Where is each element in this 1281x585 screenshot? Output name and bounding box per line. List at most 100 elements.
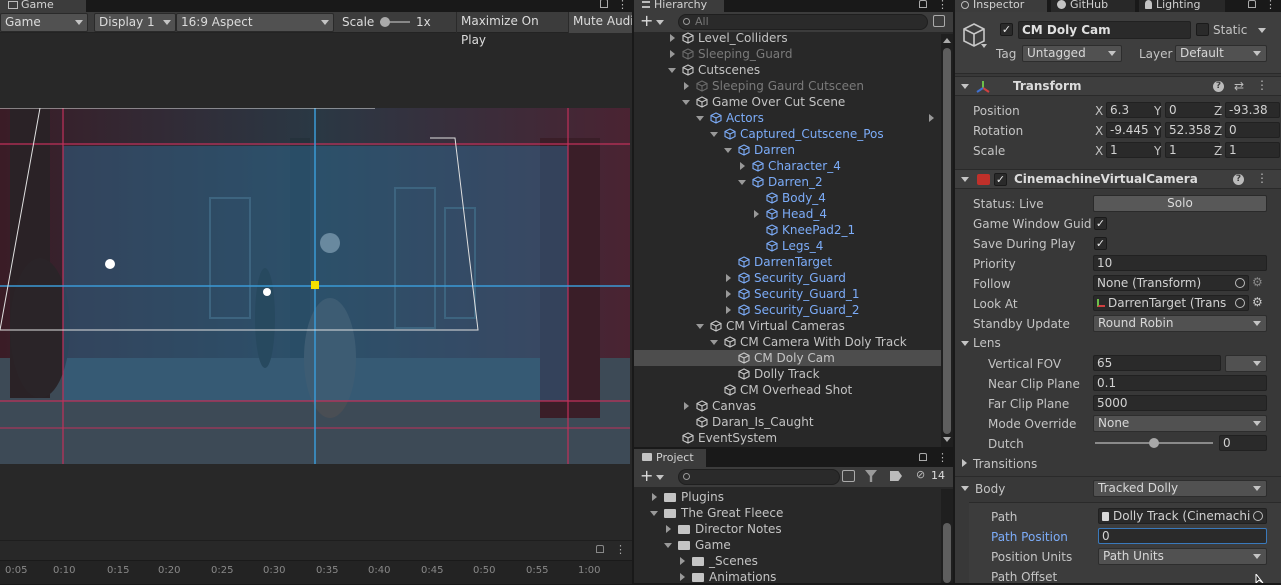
hierarchy-item[interactable]: Legs_4: [634, 238, 941, 254]
chevron-down-icon[interactable]: [668, 68, 676, 73]
project-tab[interactable]: Project: [634, 449, 706, 467]
project-folder-item[interactable]: Director Notes: [634, 521, 941, 537]
position-x-field[interactable]: 6.3: [1106, 102, 1161, 118]
chevron-down-icon[interactable]: [656, 20, 664, 25]
chevron-down-icon[interactable]: [696, 324, 704, 329]
chevron-down-icon[interactable]: [682, 100, 690, 105]
kebab-menu-icon[interactable]: ⋮: [1265, 0, 1276, 11]
filter-icon[interactable]: [865, 470, 877, 482]
hierarchy-item[interactable]: Security_Guard: [634, 270, 941, 286]
hierarchy-item[interactable]: Sleeping Gaurd Cutsceen: [634, 78, 941, 94]
vcam-header[interactable]: ✓ CinemachineVirtualCamera ? ⋮: [955, 169, 1281, 189]
chevron-right-icon[interactable]: [684, 82, 689, 90]
chevron-right-icon[interactable]: [740, 162, 745, 170]
timeline-ruler[interactable]: 0:05 0:10 0:15 0:20 0:25 0:30 0:35 0:40 …: [0, 560, 632, 584]
solo-button[interactable]: Solo: [1093, 195, 1267, 212]
hierarchy-item[interactable]: Sleeping_Guard: [634, 46, 941, 62]
kebab-menu-icon[interactable]: ⋮: [937, 0, 948, 11]
rotation-z-field[interactable]: 0: [1225, 122, 1280, 138]
project-folder-item[interactable]: _Scenes: [634, 553, 941, 569]
chevron-right-icon[interactable]: [666, 525, 671, 533]
lock-icon[interactable]: [1248, 0, 1256, 8]
lock-icon[interactable]: [596, 545, 604, 553]
maximize-on-play-button[interactable]: Maximize On Play: [456, 12, 566, 47]
lock-icon[interactable]: [919, 453, 927, 461]
presets-icon[interactable]: ⇄: [1234, 79, 1244, 93]
object-picker-icon[interactable]: [1235, 298, 1245, 308]
chevron-down-icon[interactable]: [981, 44, 987, 48]
transitions-foldout[interactable]: Transitions: [973, 457, 1037, 471]
kebab-menu-icon[interactable]: ⋮: [937, 451, 948, 464]
add-icon[interactable]: +: [640, 467, 653, 485]
lock-icon[interactable]: [600, 0, 608, 8]
chevron-down-icon[interactable]: [961, 486, 969, 491]
search-by-type-icon[interactable]: [842, 470, 855, 482]
object-picker-icon[interactable]: [1235, 278, 1245, 288]
hierarchy-item[interactable]: Captured_Cutscene_Pos: [634, 126, 941, 142]
scrollbar-thumb[interactable]: [943, 523, 951, 583]
scale-slider-handle[interactable]: [380, 17, 390, 27]
chevron-right-icon[interactable]: [670, 34, 675, 42]
github-tab[interactable]: GitHub: [1051, 0, 1135, 12]
add-icon[interactable]: +: [640, 12, 653, 30]
chevron-down-icon[interactable]: [664, 543, 672, 548]
body-dropdown[interactable]: Tracked Dolly: [1093, 480, 1267, 497]
look-at-field[interactable]: DarrenTarget (Trans: [1093, 295, 1249, 311]
hierarchy-item[interactable]: Dolly Track: [634, 366, 941, 382]
dutch-slider-handle[interactable]: [1149, 438, 1159, 448]
chevron-right-icon[interactable]: [680, 573, 685, 581]
chevron-right-icon[interactable]: [670, 50, 675, 58]
chevron-down-icon[interactable]: [696, 116, 704, 121]
chevron-down-icon[interactable]: [710, 340, 718, 345]
scrollbar-thumb[interactable]: [943, 48, 951, 434]
hierarchy-item[interactable]: Body_4: [634, 190, 941, 206]
hierarchy-item[interactable]: Canvas: [634, 398, 941, 414]
transform-header[interactable]: Transform ? ⇄ ⋮: [955, 76, 1281, 96]
label-tag-icon[interactable]: [890, 471, 902, 481]
aspect-dropdown[interactable]: 16:9 Aspect: [176, 13, 334, 32]
scroll-down-arrow-icon[interactable]: [943, 437, 951, 442]
game-tab[interactable]: Game: [0, 0, 86, 12]
gear-icon[interactable]: ⚙: [1252, 295, 1263, 309]
help-icon[interactable]: ?: [1233, 174, 1244, 185]
path-position-field[interactable]: 0: [1098, 528, 1267, 544]
hierarchy-item[interactable]: Darren: [634, 142, 941, 158]
kebab-menu-icon[interactable]: ⋮: [615, 543, 626, 556]
chevron-down-icon[interactable]: [724, 148, 732, 153]
scale-y-field[interactable]: 1: [1165, 142, 1220, 158]
lock-icon[interactable]: [919, 0, 927, 8]
mute-audio-button[interactable]: Mute Audi: [568, 12, 632, 33]
position-y-field[interactable]: 0: [1165, 102, 1220, 118]
project-folder-item[interactable]: Game: [634, 537, 941, 553]
kebab-menu-icon[interactable]: ⋮: [1256, 78, 1268, 92]
game-viewport[interactable]: [0, 108, 630, 464]
chevron-right-icon[interactable]: [962, 459, 967, 467]
chevron-right-icon[interactable]: [726, 274, 731, 282]
chevron-down-icon[interactable]: [738, 180, 746, 185]
chevron-down-icon[interactable]: [656, 475, 664, 480]
chevron-down-icon[interactable]: [710, 132, 718, 137]
chevron-down-icon[interactable]: [650, 511, 658, 516]
rotation-y-field[interactable]: 52.358: [1165, 122, 1220, 138]
chevron-right-icon[interactable]: [680, 557, 685, 565]
hierarchy-item[interactable]: CM Overhead Shot: [634, 382, 941, 398]
chevron-down-icon[interactable]: [1258, 28, 1266, 33]
dutch-field[interactable]: 0: [1219, 435, 1267, 451]
hierarchy-item[interactable]: KneePad2_1: [634, 222, 941, 238]
chevron-right-icon[interactable]: [726, 306, 731, 314]
hierarchy-item[interactable]: Darren_2: [634, 174, 941, 190]
hierarchy-item[interactable]: Actors: [634, 110, 941, 126]
chevron-right-icon[interactable]: [929, 114, 934, 122]
help-icon[interactable]: ?: [1213, 81, 1224, 92]
hierarchy-search-input[interactable]: All: [678, 14, 928, 30]
game-mode-dropdown[interactable]: Game: [0, 13, 88, 32]
hierarchy-item[interactable]: Security_Guard_2: [634, 302, 941, 318]
scroll-up-arrow-icon[interactable]: [943, 38, 951, 43]
project-scrollbar[interactable]: [941, 489, 953, 583]
game-window-guides-checkbox[interactable]: ✓: [1094, 217, 1107, 230]
priority-field[interactable]: 10: [1093, 255, 1267, 271]
kebab-menu-icon[interactable]: ⋮: [617, 0, 628, 11]
save-during-play-checkbox[interactable]: ✓: [1094, 237, 1107, 250]
project-search-input[interactable]: [678, 469, 840, 485]
hierarchy-item[interactable]: Level_Colliders: [634, 30, 941, 46]
